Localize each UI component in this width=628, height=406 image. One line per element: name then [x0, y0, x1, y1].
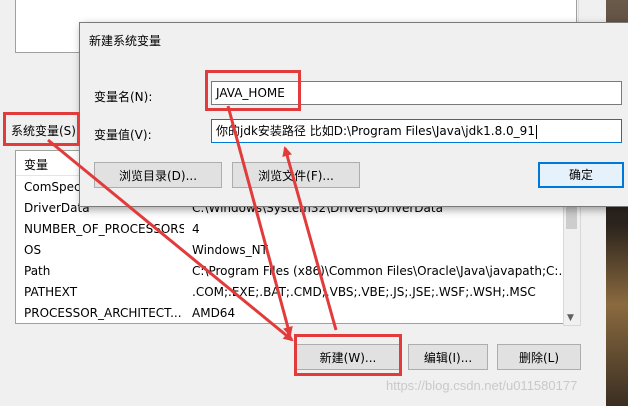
ok-button[interactable]: 确定 [538, 162, 624, 188]
variable-name-input[interactable]: JAVA_HOME [211, 81, 622, 105]
delete-variable-button[interactable]: 删除(L) [497, 344, 581, 370]
variable-value-label: 变量值(V): [94, 128, 152, 142]
system-variables-label: 系统变量(S) [11, 124, 76, 138]
dialog-title: 新建系统变量 [89, 34, 162, 48]
table-row[interactable]: OS Windows_NT [16, 240, 563, 261]
new-system-variable-dialog: 新建系统变量 变量名(N): JAVA_HOME 变量值(V): 你的jdk安装… [79, 22, 628, 207]
table-row[interactable]: NUMBER_OF_PROCESSORS 4 [16, 219, 563, 240]
text-caret [535, 124, 537, 139]
browse-file-button[interactable]: 浏览文件(F)... [232, 162, 360, 188]
variable-name-label: 变量名(N): [94, 90, 153, 104]
table-row[interactable]: PROCESSOR_ARCHITECT... AMD64 [16, 303, 563, 323]
table-row[interactable]: Path C:\Program Files (x86)\Common Files\… [16, 261, 563, 282]
variable-value-input[interactable]: 你的jdk安装路径 比如D:\Program Files\Java\jdk1.8… [211, 119, 622, 143]
table-row[interactable]: PATHEXT .COM;.EXE;.BAT;.CMD;.VBS;.VBE;.JS… [16, 282, 563, 303]
watermark: https://blog.csdn.net/u011580177 [386, 378, 578, 393]
edit-variable-button[interactable]: 编辑(I)... [408, 344, 488, 370]
new-variable-button[interactable]: 新建(W)... [296, 344, 400, 370]
browse-directory-button[interactable]: 浏览目录(D)... [94, 162, 222, 188]
scroll-down-icon[interactable]: ▼ [567, 313, 574, 323]
